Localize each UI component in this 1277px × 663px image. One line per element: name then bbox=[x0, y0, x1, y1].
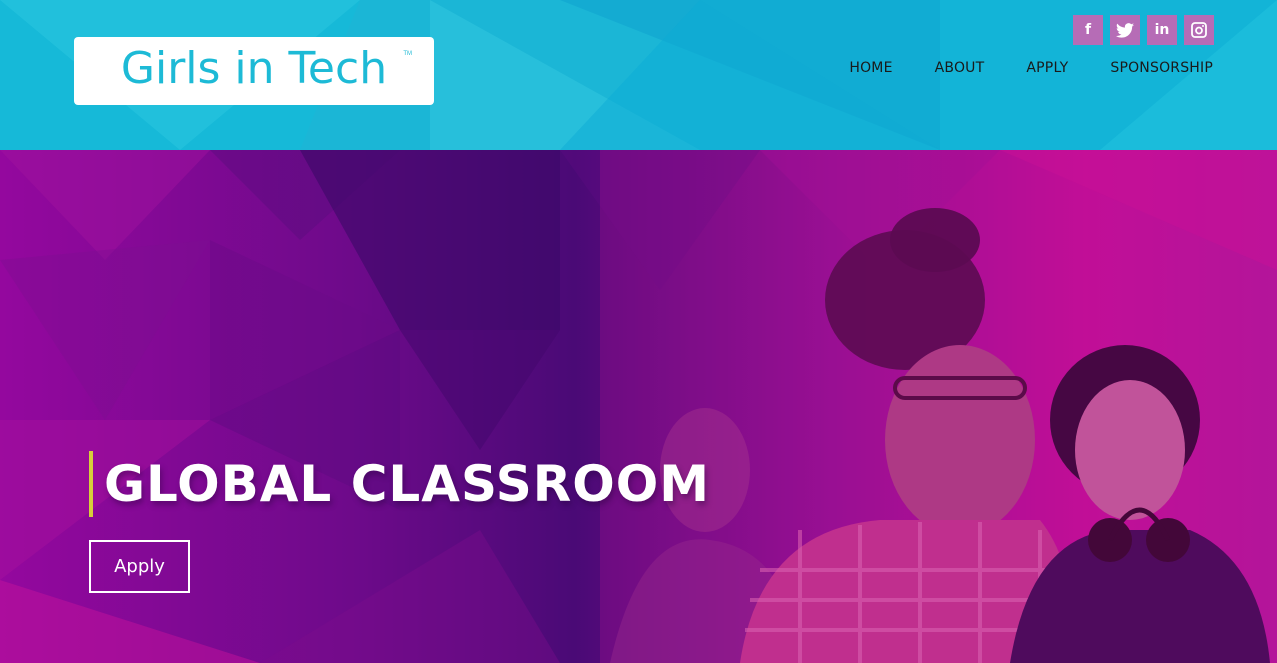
twitter-icon[interactable] bbox=[1110, 15, 1140, 45]
hero-background-pattern bbox=[0, 150, 1277, 663]
hero-banner: GLOBAL CLASSROOM Apply bbox=[0, 150, 1277, 663]
twitter-bird-icon bbox=[1116, 22, 1134, 38]
linkedin-icon[interactable]: in bbox=[1147, 15, 1177, 45]
hero-title: GLOBAL CLASSROOM bbox=[104, 455, 710, 513]
instagram-camera-icon bbox=[1191, 22, 1207, 38]
logo-trademark: TM bbox=[403, 51, 412, 57]
facebook-icon[interactable]: f bbox=[1073, 15, 1103, 45]
logo-text: Girls in Tech bbox=[120, 43, 388, 94]
hero-title-block: GLOBAL CLASSROOM bbox=[89, 451, 710, 517]
apply-button[interactable]: Apply bbox=[89, 540, 190, 593]
nav-sponsorship[interactable]: SPONSORSHIP bbox=[1110, 60, 1213, 76]
instagram-icon[interactable] bbox=[1184, 15, 1214, 45]
logo[interactable]: Girls in Tech TM bbox=[74, 37, 434, 105]
nav-home[interactable]: HOME bbox=[849, 60, 892, 76]
nav-apply[interactable]: APPLY bbox=[1026, 60, 1068, 76]
social-links: f in bbox=[1073, 15, 1214, 45]
nav-about[interactable]: ABOUT bbox=[935, 60, 985, 76]
site-header: Girls in Tech TM f in HOME ABOUT APPLY S… bbox=[0, 0, 1277, 150]
main-nav: HOME ABOUT APPLY SPONSORSHIP bbox=[849, 60, 1213, 76]
